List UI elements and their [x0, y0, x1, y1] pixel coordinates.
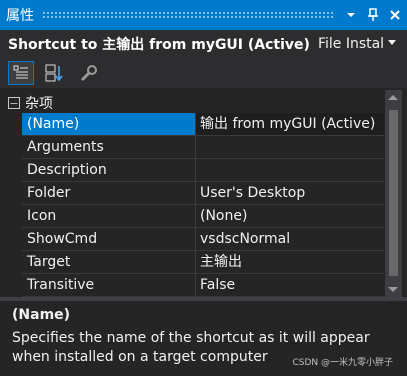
title-grip[interactable] [42, 11, 333, 19]
property-name: (Name) [22, 113, 196, 135]
wrench-icon [80, 65, 97, 82]
property-value-input[interactable]: 输出 from myGUI (Active) [196, 113, 384, 135]
description-pane: (Name) Specifies the name of the shortcu… [0, 301, 407, 376]
watermark: CSDN @一米九零小胖子 [292, 358, 393, 368]
selected-object-type: File Instal [317, 36, 385, 52]
property-name: Target [22, 251, 196, 273]
scroll-up-icon[interactable] [388, 95, 398, 100]
window-title-bar: 属性 [0, 0, 407, 30]
close-icon [390, 10, 400, 20]
property-value[interactable]: False [196, 274, 384, 296]
property-row-showcmd[interactable]: ShowCmd vsdscNormal [22, 228, 384, 251]
scroll-thumb[interactable] [389, 110, 398, 276]
property-value[interactable]: vsdscNormal [196, 228, 384, 250]
property-value[interactable]: (None) [196, 205, 384, 227]
property-value[interactable] [196, 159, 384, 181]
description-title: (Name) [12, 307, 71, 323]
property-row-name[interactable]: (Name) 输出 from myGUI (Active) [22, 113, 384, 136]
property-name: Folder [22, 182, 196, 204]
selected-object-name: Shortcut to 主输出 from myGUI (Active) [8, 37, 310, 53]
property-rows: (Name) 输出 from myGUI (Active) Arguments … [22, 113, 384, 297]
close-button[interactable] [385, 5, 405, 25]
alphabetical-button[interactable] [42, 61, 68, 85]
collapse-icon[interactable]: − [8, 97, 20, 109]
alphabetical-icon [45, 64, 63, 82]
property-row-target[interactable]: Target 主输出 [22, 251, 384, 274]
category-label: 杂项 [25, 96, 53, 112]
object-selector[interactable]: Shortcut to 主输出 from myGUI (Active) File… [0, 30, 407, 58]
scroll-down-icon[interactable] [388, 287, 398, 292]
property-grid: − 杂项 (Name) 输出 from myGUI (Active) Argum… [0, 90, 407, 297]
property-value[interactable]: User's Desktop [196, 182, 384, 204]
property-value[interactable] [196, 136, 384, 158]
property-name: ShowCmd [22, 228, 196, 250]
property-pages-button[interactable] [76, 61, 102, 85]
property-row-arguments[interactable]: Arguments [22, 136, 384, 159]
vertical-scrollbar[interactable] [385, 90, 402, 297]
pin-icon [368, 8, 378, 21]
categorized-icon [13, 65, 28, 79]
chevron-down-icon[interactable] [387, 36, 397, 50]
property-row-icon[interactable]: Icon (None) [22, 205, 384, 228]
property-name: Icon [22, 205, 196, 227]
pin-button[interactable] [363, 5, 383, 25]
property-name: Transitive [22, 274, 196, 296]
category-misc[interactable]: − 杂项 [0, 92, 385, 114]
property-toolbar [0, 58, 407, 88]
window-options-button[interactable] [341, 5, 361, 25]
property-row-folder[interactable]: Folder User's Desktop [22, 182, 384, 205]
window-title: 属性 [6, 8, 34, 24]
property-value[interactable]: 主输出 [196, 251, 384, 273]
property-name: Arguments [22, 136, 196, 158]
chevron-down-icon [347, 13, 355, 17]
categorized-button[interactable] [8, 61, 34, 85]
property-row-description[interactable]: Description [22, 159, 384, 182]
property-row-transitive[interactable]: Transitive False [22, 274, 384, 297]
property-name: Description [22, 159, 196, 181]
